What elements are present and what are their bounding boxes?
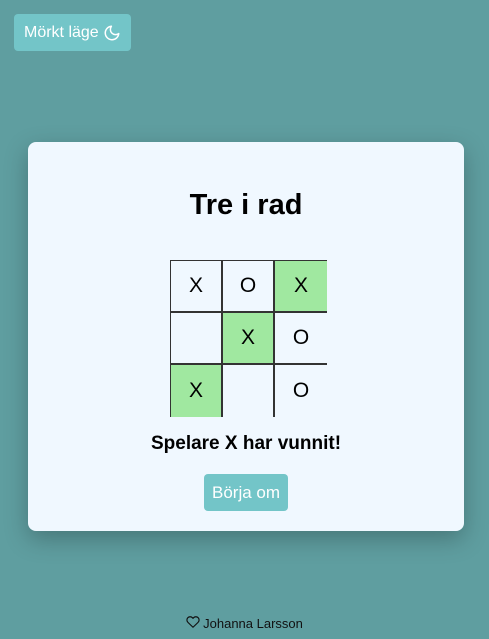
board-cell[interactable]: [171, 313, 223, 365]
dark-mode-toggle-button[interactable]: Mörkt läge: [14, 14, 131, 51]
board-cell[interactable]: X: [275, 261, 327, 313]
game-card: Tre i rad X O X X O X O Spelare X har vu…: [28, 142, 464, 531]
game-board: X O X X O X O: [170, 260, 327, 417]
restart-button[interactable]: Börja om: [204, 474, 288, 511]
board-cell[interactable]: [223, 365, 275, 417]
board-cell[interactable]: X: [171, 261, 223, 313]
footer: Johanna Larsson: [0, 615, 489, 632]
moon-icon: [103, 24, 121, 42]
heart-icon: [186, 615, 200, 632]
game-title: Tre i rad: [189, 189, 303, 221]
board-cell[interactable]: O: [223, 261, 275, 313]
board-cell[interactable]: O: [275, 313, 327, 365]
game-status: Spelare X har vunnit!: [150, 433, 342, 454]
footer-author: Johanna Larsson: [203, 616, 303, 631]
dark-mode-toggle-label: Mörkt läge: [24, 23, 99, 41]
board-cell[interactable]: X: [171, 365, 223, 417]
board-cell[interactable]: X: [223, 313, 275, 365]
board-cell[interactable]: O: [275, 365, 327, 417]
